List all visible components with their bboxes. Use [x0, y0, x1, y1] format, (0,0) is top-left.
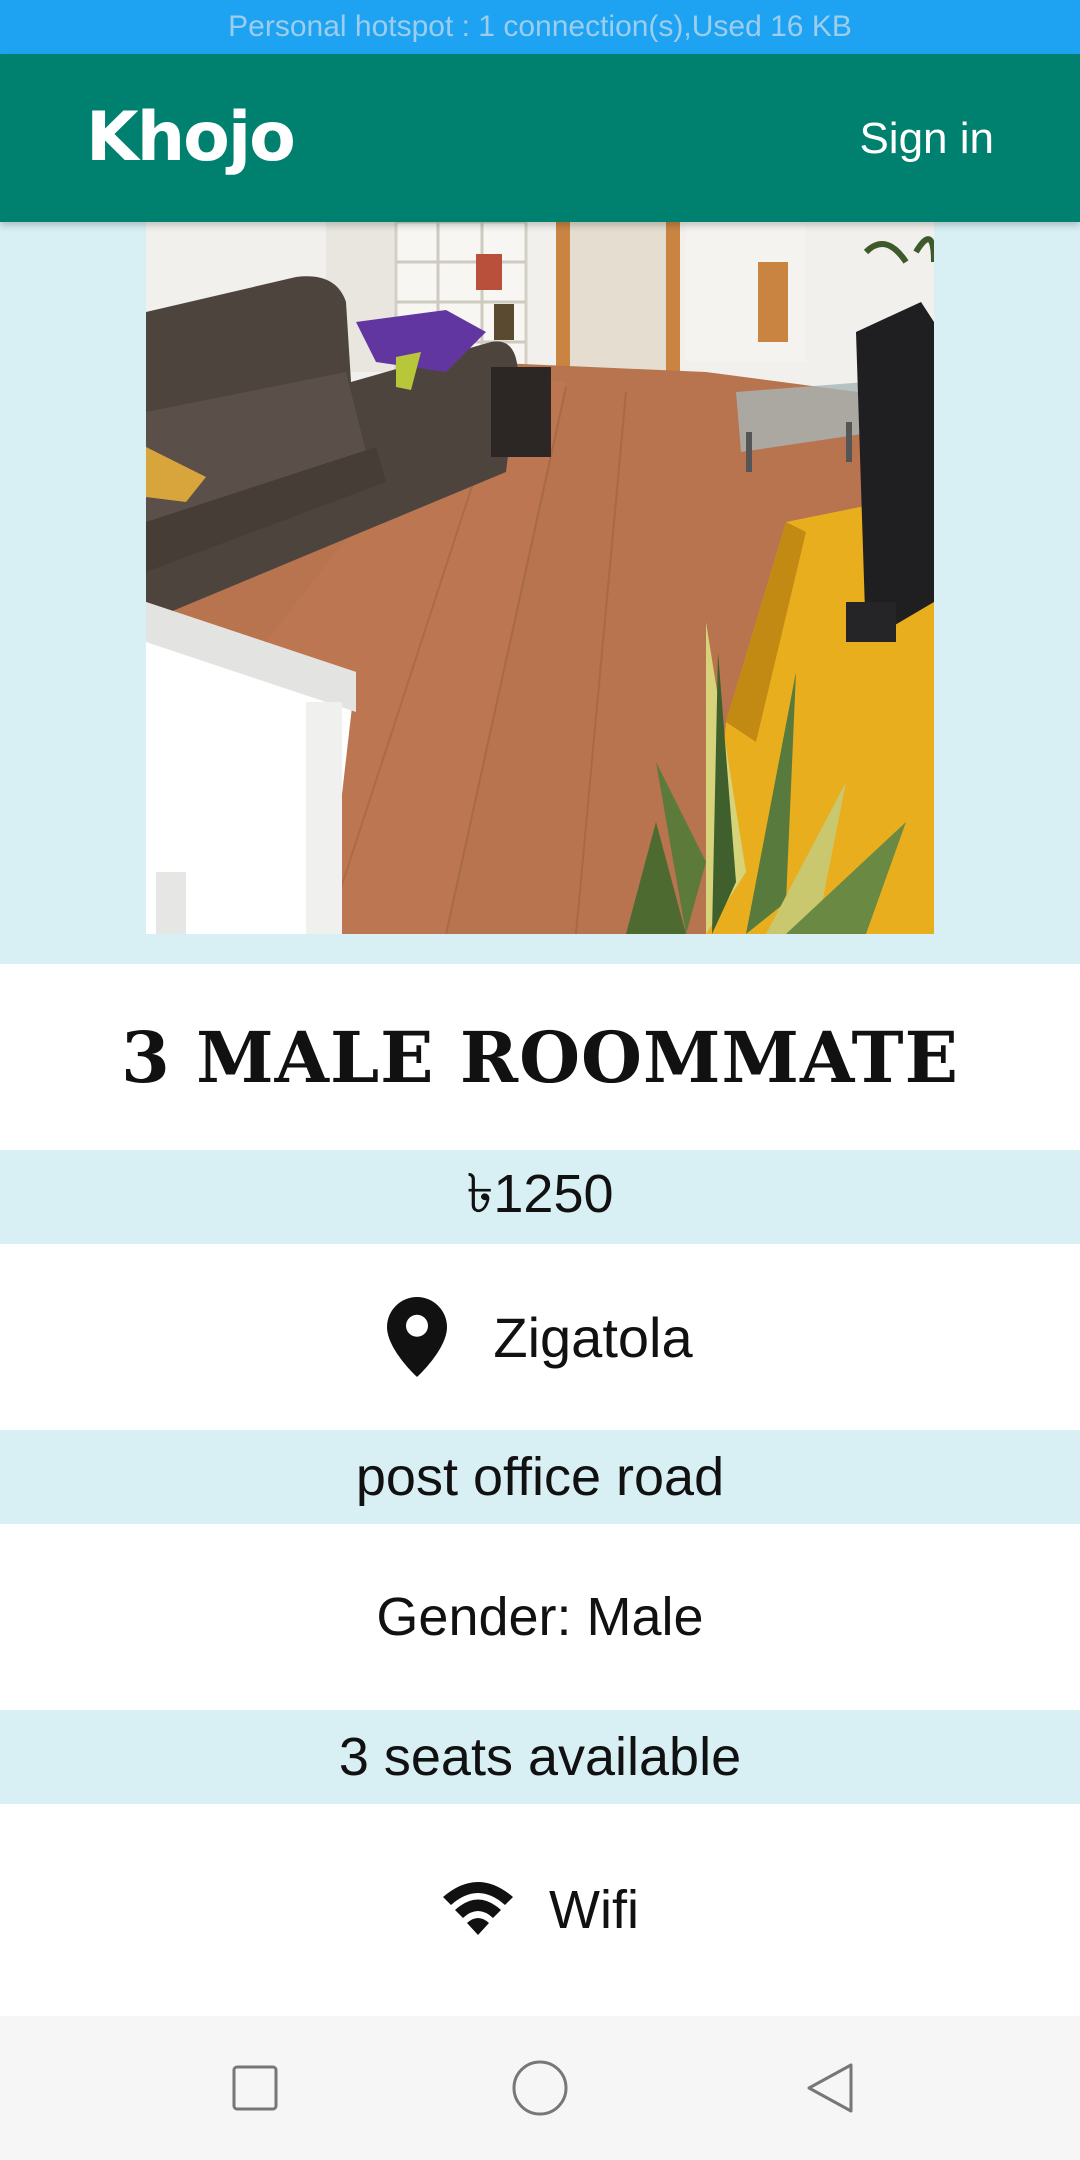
- listing-photo: [146, 222, 934, 934]
- triangle-back-icon[interactable]: [798, 2056, 862, 2120]
- listing-title-row: 3 MALE ROOMMATE: [0, 964, 1080, 1150]
- gender-row: Gender: Male: [0, 1524, 1080, 1710]
- amenity-row-wifi: Wifi: [0, 1804, 1080, 2016]
- address-row: post office road: [0, 1430, 1080, 1524]
- room-photo-illustration: [146, 222, 934, 934]
- system-navigation-bar: [0, 2016, 1080, 2160]
- wifi-icon: [441, 1877, 515, 1939]
- hotspot-status-text: Personal hotspot : 1 connection(s),Used …: [228, 10, 852, 43]
- app-title: Khojo: [86, 98, 296, 177]
- listing-area: Zigatola: [493, 1305, 693, 1369]
- listing-image-area: [0, 222, 1080, 964]
- price-row: ৳1250: [0, 1150, 1080, 1244]
- listing-price: ৳1250: [466, 1164, 614, 1224]
- listing-title: 3 MALE ROOMMATE: [121, 1015, 959, 1099]
- listing-gender: Gender: Male: [376, 1587, 704, 1647]
- listing-seats: 3 seats available: [338, 1727, 742, 1787]
- app-bar: Khojo Sign in: [0, 54, 1080, 222]
- seats-row: 3 seats available: [0, 1710, 1080, 1804]
- square-recents-icon[interactable]: [223, 2056, 287, 2120]
- circle-home-icon[interactable]: [508, 2056, 572, 2120]
- system-status-bar: Personal hotspot : 1 connection(s),Used …: [0, 0, 1080, 54]
- location-pin-icon: [387, 1297, 448, 1377]
- amenity-label: Wifi: [549, 1880, 639, 1940]
- listing-address: post office road: [355, 1447, 725, 1507]
- sign-in-button[interactable]: Sign in: [859, 114, 994, 164]
- location-row: Zigatola: [0, 1244, 1080, 1430]
